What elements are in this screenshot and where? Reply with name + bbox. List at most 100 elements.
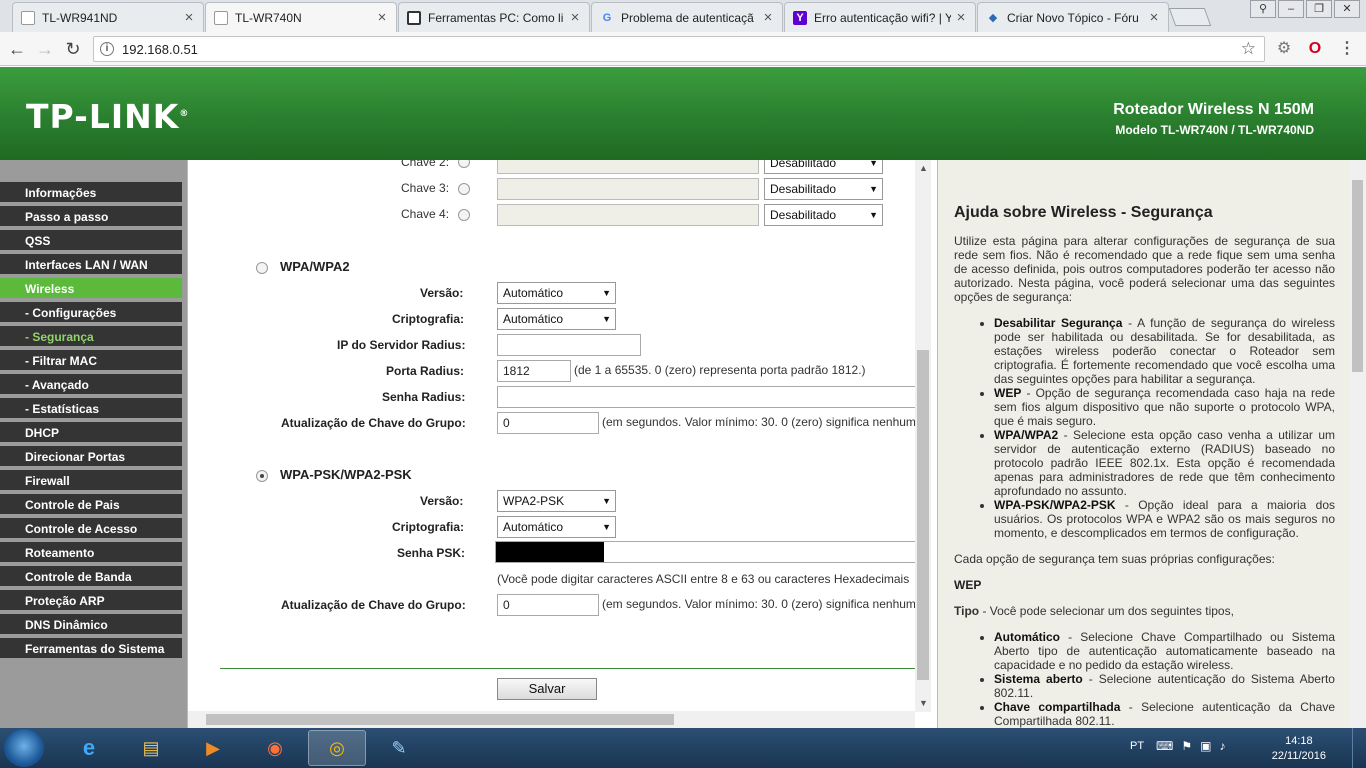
tab-ferramentas-pc[interactable]: Ferramentas PC: Como li ×: [398, 2, 590, 32]
radius-port-input[interactable]: 1812: [497, 360, 571, 382]
tab-tl-wr941nd[interactable]: TL-WR941ND ×: [12, 2, 204, 32]
wpa-wpa2-radio[interactable]: [256, 262, 268, 274]
wpa-crypto-select[interactable]: Automático: [497, 308, 616, 330]
keyboard-icon[interactable]: ⌨: [1156, 739, 1181, 753]
clock[interactable]: 14:18 22/11/2016: [1272, 734, 1326, 764]
media-player-icon[interactable]: ▶: [184, 730, 242, 766]
tab-criar-novo-topico[interactable]: ◆ Criar Novo Tópico - Fóru ×: [977, 2, 1169, 32]
user-icon[interactable]: ⚲: [1250, 0, 1276, 18]
psk-crypto-select[interactable]: Automático: [497, 516, 616, 538]
network-icon[interactable]: ▣: [1200, 739, 1219, 753]
wpa-group-key-input[interactable]: 0: [497, 412, 599, 434]
sidebar-item-ferramentas-do-sistema[interactable]: Ferramentas do Sistema: [0, 638, 182, 660]
router-header: TP-LINK® Roteador Wireless N 150M Modelo…: [0, 67, 1366, 160]
sidebar-item-wireless[interactable]: Wireless: [0, 278, 182, 300]
scrollbar-thumb[interactable]: [1352, 180, 1363, 372]
address-bar[interactable]: i 192.168.0.51 ☆: [93, 36, 1265, 62]
wpa-psk-title: WPA-PSK/WPA2-PSK: [280, 467, 412, 482]
bookmark-star-icon[interactable]: ☆: [1241, 39, 1256, 59]
scrollbar-thumb[interactable]: [206, 714, 674, 725]
wep-key-3-type-select[interactable]: Desabilitado: [764, 178, 883, 200]
wep-key-3-input[interactable]: [497, 178, 759, 200]
sidebar-item-direcionar-portas[interactable]: Direcionar Portas: [0, 446, 182, 468]
opera-icon[interactable]: O: [1305, 39, 1325, 59]
sidebar-item-estatisticas[interactable]: - Estatísticas: [0, 398, 182, 420]
sidebar-item-firewall[interactable]: Firewall: [0, 470, 182, 492]
volume-icon[interactable]: ♪: [1219, 739, 1233, 753]
radius-ip-input[interactable]: [497, 334, 641, 356]
sidebar-item-dns-dinamico[interactable]: DNS Dinâmico: [0, 614, 182, 636]
psk-group-key-input[interactable]: 0: [497, 594, 599, 616]
chrome-icon[interactable]: ◎: [308, 730, 366, 766]
sidebar-item-avancado[interactable]: - Avançado: [0, 374, 182, 396]
sidebar-item-filtrar-mac[interactable]: - Filtrar MAC: [0, 350, 182, 372]
info-icon[interactable]: i: [100, 42, 114, 56]
maximize-button[interactable]: ❐: [1306, 0, 1332, 18]
close-icon[interactable]: ×: [183, 9, 195, 26]
close-window-button[interactable]: ✕: [1334, 0, 1360, 18]
list-item: WEP - Opção de segurança recomendada cas…: [994, 386, 1335, 428]
psk-version-select[interactable]: WPA2-PSK: [497, 490, 616, 512]
flag-icon[interactable]: ⚑: [1181, 739, 1200, 753]
menu-icon[interactable]: ⋮: [1337, 39, 1357, 59]
wep-key-4-input[interactable]: [497, 204, 759, 226]
forum-icon: ◆: [988, 11, 998, 24]
sidebar-item-controle-de-pais[interactable]: Controle de Pais: [0, 494, 182, 516]
wep-key-4-radio[interactable]: [458, 209, 470, 221]
extension-icon[interactable]: ⚙: [1274, 39, 1294, 59]
sidebar-item-interfaces[interactable]: Interfaces LAN / WAN: [0, 254, 182, 276]
tab-tl-wr740n[interactable]: TL-WR740N ×: [205, 2, 397, 32]
help-intro: Utilize esta página para alterar configu…: [954, 234, 1335, 304]
sidebar-item-informacoes[interactable]: Informações: [0, 182, 182, 204]
minimize-button[interactable]: –: [1278, 0, 1304, 18]
new-tab-button[interactable]: [1168, 8, 1212, 26]
show-desktop-button[interactable]: [1352, 728, 1366, 768]
close-icon[interactable]: ×: [376, 9, 388, 26]
wep-key-2-input[interactable]: [497, 160, 759, 174]
sidebar-item-controle-de-acesso[interactable]: Controle de Acesso: [0, 518, 182, 540]
wep-key-4-type-select[interactable]: Desabilitado: [764, 204, 883, 226]
sidebar-item-roteamento[interactable]: Roteamento: [0, 542, 182, 564]
scroll-up-icon[interactable]: ▲: [915, 160, 931, 177]
file-explorer-icon[interactable]: ▤: [122, 730, 180, 766]
language-indicator[interactable]: PT: [1130, 740, 1144, 752]
reload-button[interactable]: ↻: [62, 38, 84, 60]
scrollbar-thumb[interactable]: [917, 350, 929, 680]
paint-icon[interactable]: ✎: [370, 730, 428, 766]
wpa-version-select[interactable]: Automático: [497, 282, 616, 304]
start-button[interactable]: [4, 729, 44, 767]
forward-button[interactable]: →: [34, 38, 56, 60]
wep-key-2-radio[interactable]: [458, 160, 470, 168]
radius-port-label: Porta Radius:: [386, 364, 465, 378]
back-button[interactable]: ←: [6, 38, 28, 60]
close-icon[interactable]: ×: [1148, 9, 1160, 26]
tab-erro-autenticacao[interactable]: Y Erro autenticação wifi? | Y ×: [784, 2, 976, 32]
main-horizontal-scrollbar[interactable]: [188, 711, 915, 728]
sidebar-item-configuracoes[interactable]: - Configurações: [0, 302, 182, 324]
radius-password-label: Senha Radius:: [382, 390, 466, 404]
radius-password-input[interactable]: [497, 386, 927, 408]
wpa-psk-radio[interactable]: [256, 470, 268, 482]
internet-explorer-icon[interactable]: e: [60, 730, 118, 766]
help-vertical-scrollbar[interactable]: [1349, 160, 1366, 728]
wep-key-3-radio[interactable]: [458, 183, 470, 195]
close-icon[interactable]: ×: [762, 9, 774, 26]
wpa-version-label: Versão:: [420, 286, 464, 300]
scroll-down-icon[interactable]: ▼: [915, 695, 931, 712]
main-vertical-scrollbar[interactable]: ▲ ▼: [915, 160, 931, 712]
firefox-icon[interactable]: ◉: [246, 730, 304, 766]
psk-password-input[interactable]: [495, 541, 925, 563]
close-icon[interactable]: ×: [955, 9, 967, 26]
sidebar-item-seguranca[interactable]: - Segurança: [0, 326, 182, 348]
sidebar-item-qss[interactable]: QSS: [0, 230, 182, 252]
close-icon[interactable]: ×: [569, 9, 581, 26]
save-button[interactable]: Salvar: [497, 678, 597, 700]
sidebar-item-controle-de-banda[interactable]: Controle de Banda: [0, 566, 182, 588]
help-each-option: Cada opção de segurança tem suas própria…: [954, 552, 1275, 566]
sidebar-item-passo-a-passo[interactable]: Passo a passo: [0, 206, 182, 228]
sidebar-item-dhcp[interactable]: DHCP: [0, 422, 182, 444]
security-settings-panel: Chave 2: Desabilitado Chave 3: Desabilit…: [187, 160, 931, 728]
wep-key-2-type-select[interactable]: Desabilitado: [764, 160, 883, 174]
tab-problema-autenticacao[interactable]: G Problema de autenticaçã ×: [591, 2, 783, 32]
sidebar-item-protecao-arp[interactable]: Proteção ARP: [0, 590, 182, 612]
